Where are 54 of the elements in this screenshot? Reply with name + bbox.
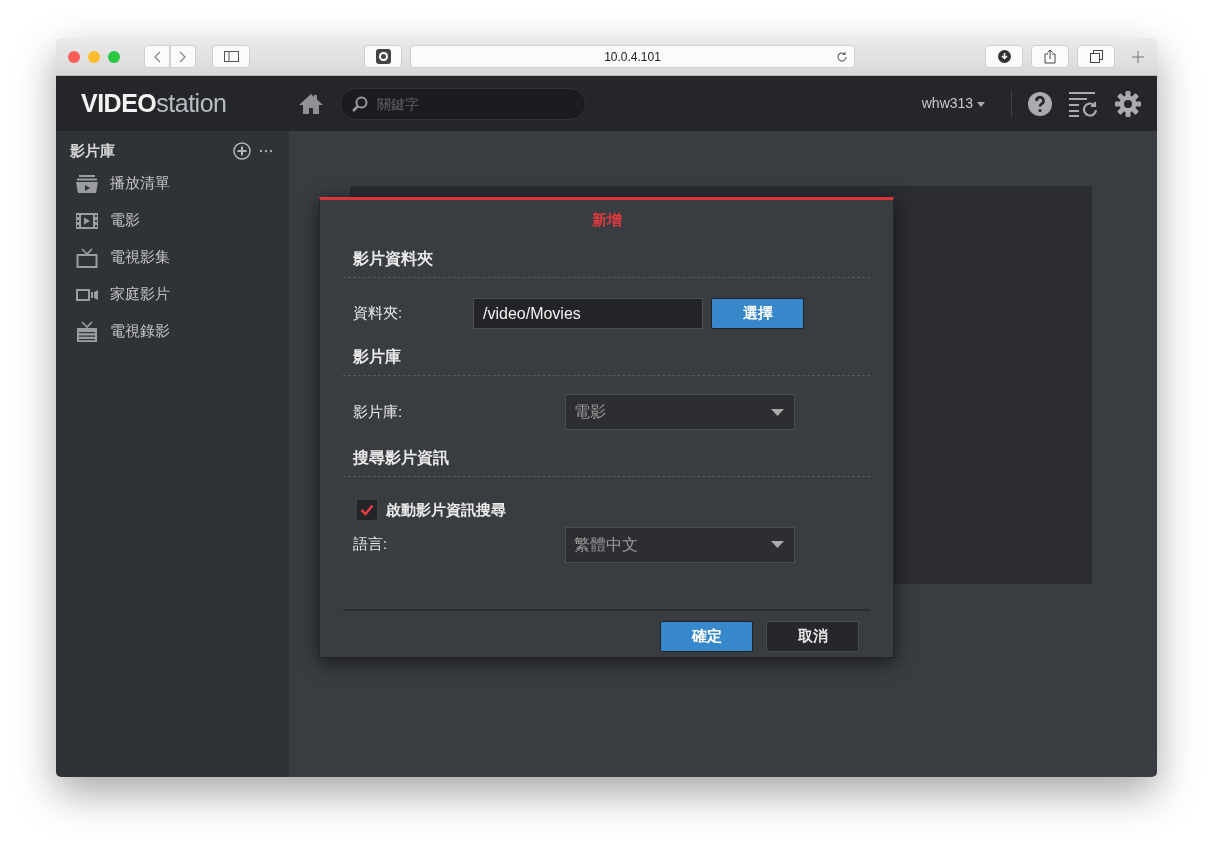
- select-button[interactable]: 選擇: [711, 298, 804, 329]
- list-refresh-icon[interactable]: [1068, 90, 1099, 117]
- tabs-button[interactable]: [1077, 45, 1115, 68]
- user-menu[interactable]: whw313: [921, 90, 1012, 117]
- dropdown[interactable]: 繁體中文: [565, 526, 795, 563]
- checkbox[interactable]: [356, 499, 378, 522]
- reload-icon[interactable]: [836, 51, 848, 63]
- section-heading: 影片資料夾: [343, 231, 870, 278]
- sidebar-title: 影片庫: [70, 140, 116, 161]
- caret-icon: [977, 101, 985, 107]
- tabs-icon: [1089, 50, 1103, 63]
- help-icon[interactable]: [1028, 91, 1052, 116]
- tv-icon: [76, 247, 98, 268]
- confirm-button[interactable]: 確定: [660, 620, 753, 652]
- app-logo: VIDEOstation: [80, 87, 228, 119]
- address-bar[interactable]: 10.0.4.101: [410, 45, 855, 68]
- film-icon: [76, 212, 98, 229]
- home-icon[interactable]: [298, 92, 324, 115]
- settings-icon[interactable]: [1115, 90, 1141, 117]
- sidebar-icon: [223, 51, 239, 62]
- download-button[interactable]: [985, 45, 1023, 68]
- dropdown-caret-icon: [771, 541, 784, 548]
- sidebar-item[interactable]: 電視錄影: [70, 313, 289, 350]
- cancel-button[interactable]: 取消: [766, 620, 859, 652]
- share-button[interactable]: [1031, 45, 1069, 68]
- url-text: 10.0.4.101: [604, 48, 661, 66]
- field-label: 資料夾:: [353, 303, 404, 324]
- dropdown[interactable]: 電影: [565, 394, 795, 430]
- chevron-left-icon: [153, 50, 161, 63]
- field-label: 影片庫:: [353, 401, 404, 422]
- dialog-title: 新增: [590, 210, 623, 230]
- search-field[interactable]: 關鍵字: [340, 87, 586, 120]
- sidebar-item[interactable]: 播放清單: [70, 165, 289, 202]
- sidebar-item[interactable]: 家庭影片: [70, 276, 289, 313]
- folder-input[interactable]: /video/Movies: [473, 298, 703, 329]
- add-icon[interactable]: [233, 142, 251, 160]
- chevron-right-icon: [179, 50, 187, 63]
- checkbox-label: 啟動影片資訊搜尋: [386, 500, 506, 520]
- download-icon: [997, 50, 1011, 63]
- video-camera-icon: [76, 288, 98, 301]
- dropdown-caret-icon: [771, 408, 784, 416]
- section-heading: 影片庫: [343, 329, 870, 376]
- camera-button[interactable]: [364, 45, 402, 68]
- share-icon: [1044, 49, 1056, 64]
- tv-rec-icon: [76, 320, 98, 343]
- sidebar-item[interactable]: 電影: [70, 202, 289, 239]
- camera-icon: [375, 49, 391, 64]
- checkmark-icon: [360, 504, 374, 517]
- tray-icon: [76, 174, 98, 193]
- sidebar-item[interactable]: 電視影集: [70, 239, 289, 276]
- section-heading: 搜尋影片資訊: [343, 430, 870, 477]
- field-label: 語言:: [353, 534, 389, 555]
- sidebar-toggle-button[interactable]: [212, 45, 250, 68]
- more-icon[interactable]: [259, 149, 273, 153]
